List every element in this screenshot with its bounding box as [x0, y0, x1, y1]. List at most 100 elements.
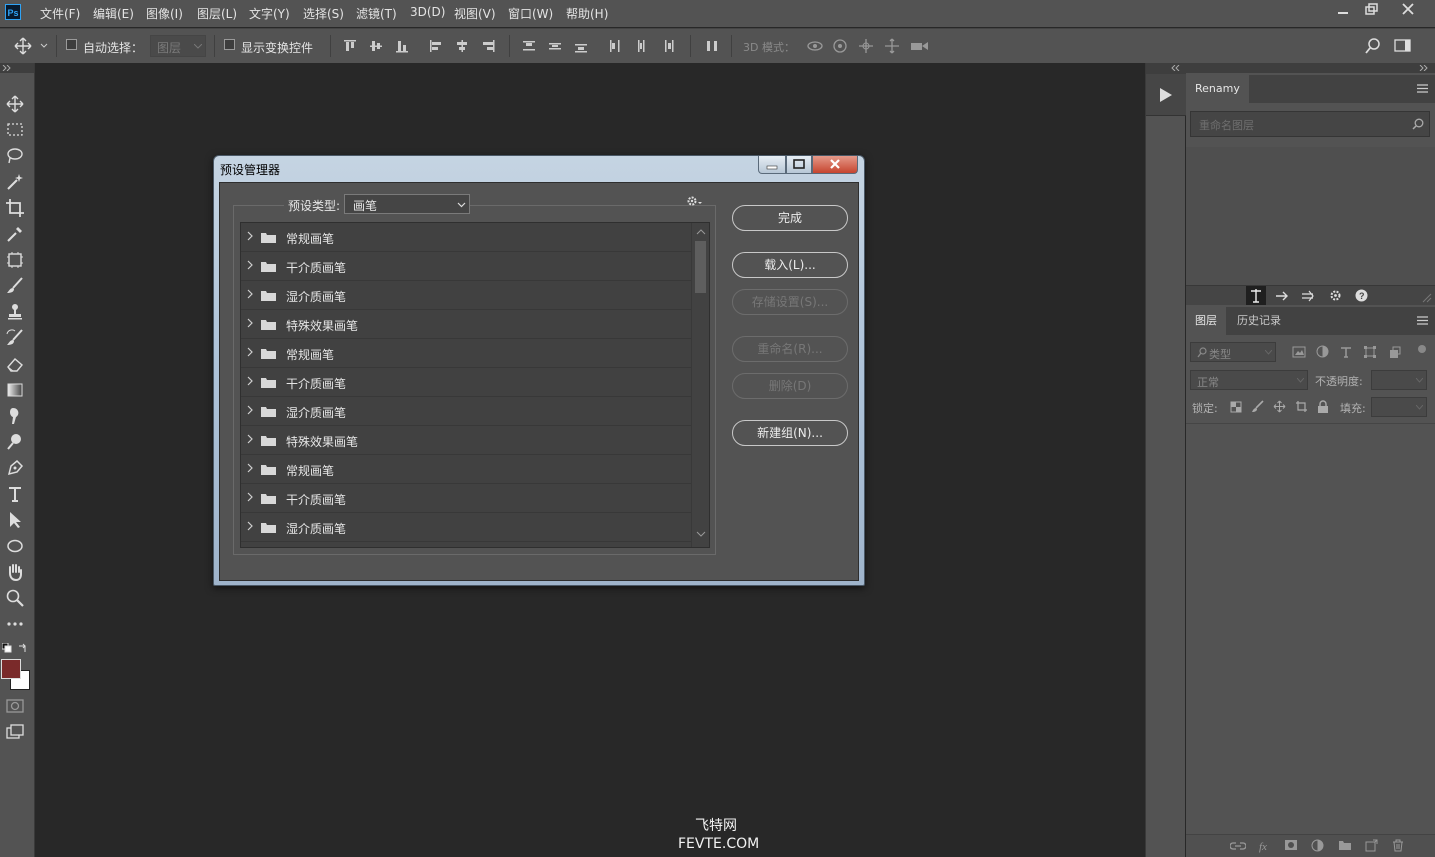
tab-renamy[interactable]: Renamy [1186, 75, 1249, 103]
align-vcenter-icon[interactable] [368, 38, 384, 54]
eyedropper-tool-icon[interactable] [5, 224, 25, 244]
chevron-right-icon[interactable] [247, 231, 253, 241]
swap-colors-icon[interactable] [18, 643, 28, 653]
new-adjustment-layer-icon[interactable] [1311, 839, 1324, 852]
distribute-left-icon[interactable] [607, 38, 623, 54]
zoom-tool-icon[interactable] [5, 588, 25, 608]
stamp-tool-icon[interactable] [5, 302, 25, 322]
blur-tool-icon[interactable] [5, 406, 25, 426]
align-hcenter-icon[interactable] [454, 38, 470, 54]
distribute-bottom-icon[interactable] [573, 38, 589, 54]
chevron-right-icon[interactable] [247, 260, 253, 270]
foreground-color-swatch[interactable] [1, 659, 21, 679]
default-colors-icon[interactable] [2, 643, 12, 653]
workspace-icon[interactable] [1394, 38, 1412, 54]
distribute-top-icon[interactable] [521, 38, 537, 54]
delete-layer-icon[interactable] [1392, 839, 1404, 852]
new-layer-icon[interactable] [1365, 839, 1378, 852]
dock-header[interactable] [1186, 63, 1435, 73]
chevron-right-icon[interactable] [247, 521, 253, 531]
done-button[interactable]: 完成 [732, 205, 848, 231]
tools-collapse-bar[interactable] [0, 63, 34, 73]
dialog-minimize-button[interactable] [758, 156, 786, 174]
layer-filter-kind-select[interactable]: 类型 [1190, 342, 1276, 362]
close-button[interactable] [1393, 0, 1423, 22]
chevron-right-icon[interactable] [247, 289, 253, 299]
menu-help[interactable]: 帮助(H) [566, 5, 608, 22]
list-item[interactable]: 干介质画笔 [241, 368, 691, 397]
align-top-icon[interactable] [342, 38, 358, 54]
3d-pan-icon[interactable] [858, 38, 874, 54]
list-item[interactable]: 常规画笔 [241, 223, 691, 252]
crop-tool-icon[interactable] [5, 198, 25, 218]
menu-type[interactable]: 文字(Y) [249, 5, 290, 22]
preset-list-scrollbar[interactable] [691, 223, 709, 547]
lock-pixels-icon[interactable] [1251, 400, 1264, 413]
move-tool-icon[interactable] [5, 94, 25, 114]
path-selection-tool-icon[interactable] [5, 510, 25, 530]
blend-mode-select[interactable]: 正常 [1190, 370, 1308, 390]
ellipse-tool-icon[interactable] [5, 536, 25, 556]
align-bottom-icon[interactable] [394, 38, 410, 54]
scroll-thumb[interactable] [695, 241, 706, 293]
3d-orbit-icon[interactable] [806, 38, 823, 54]
rename-button[interactable]: 重命名(R)... [732, 336, 848, 362]
distribute-right-icon[interactable] [659, 38, 675, 54]
distribute-hcenter-icon[interactable] [633, 38, 649, 54]
dodge-tool-icon[interactable] [5, 432, 25, 452]
chevron-right-icon[interactable] [247, 347, 253, 357]
delete-button[interactable]: 删除(D) [732, 373, 848, 399]
magic-wand-tool-icon[interactable] [5, 172, 25, 192]
lock-position-icon[interactable] [1273, 400, 1286, 413]
search-icon[interactable] [1364, 37, 1382, 55]
fx-icon[interactable]: fx [1258, 839, 1272, 853]
lock-artboard-icon[interactable] [1295, 400, 1308, 413]
filter-shape-icon[interactable] [1363, 345, 1377, 359]
dialog-maximize-button[interactable] [786, 156, 812, 174]
list-item[interactable]: 湿介质画笔 [241, 513, 691, 542]
auto-select-target-select[interactable]: 图层 [150, 35, 206, 57]
menu-edit[interactable]: 编辑(E) [93, 5, 134, 22]
lock-all-icon[interactable] [1317, 400, 1329, 413]
pen-tool-icon[interactable] [5, 458, 25, 478]
renamy-search-input[interactable]: 重命名图层 [1190, 111, 1430, 137]
list-item[interactable]: 干介质画笔 [241, 252, 691, 281]
chevron-right-icon[interactable] [247, 318, 253, 328]
list-item[interactable]: 特殊效果画笔 [241, 310, 691, 339]
filter-smart-object-icon[interactable] [1388, 345, 1402, 359]
chevron-right-icon[interactable] [247, 405, 253, 415]
menu-file[interactable]: 文件(F) [40, 5, 80, 22]
frame-tool-icon[interactable] [5, 250, 25, 270]
tab-history[interactable]: 历史记录 [1228, 307, 1290, 335]
preset-type-select[interactable]: 画笔 [344, 194, 470, 214]
new-group-icon[interactable] [1338, 839, 1352, 851]
move-tool-preset-icon[interactable] [14, 37, 50, 55]
list-item[interactable]: 湿介质画笔 [241, 281, 691, 310]
menu-filter[interactable]: 滤镜(T) [356, 5, 397, 22]
align-right-icon[interactable] [480, 38, 496, 54]
filter-pixel-icon[interactable] [1292, 346, 1306, 358]
chevron-right-icon[interactable] [247, 434, 253, 444]
list-item[interactable]: 湿介质画笔 [241, 397, 691, 426]
type-tool-icon[interactable] [5, 484, 25, 504]
marquee-tool-icon[interactable] [5, 120, 25, 140]
filter-type-icon[interactable] [1340, 346, 1352, 358]
list-item[interactable]: 常规画笔 [241, 339, 691, 368]
minimize-button[interactable] [1328, 0, 1358, 22]
menu-view[interactable]: 视图(V) [454, 5, 496, 22]
dialog-titlebar[interactable]: 预设管理器 [214, 156, 864, 182]
chevron-right-icon[interactable] [247, 492, 253, 502]
lock-transparent-icon[interactable] [1230, 401, 1242, 413]
restore-button[interactable] [1356, 0, 1386, 22]
gradient-tool-icon[interactable] [5, 380, 25, 400]
align-left-icon[interactable] [428, 38, 444, 54]
menu-3d[interactable]: 3D(D) [410, 5, 445, 19]
fill-field[interactable] [1371, 397, 1427, 417]
screen-mode-icon[interactable] [5, 722, 25, 742]
save-set-button[interactable]: 存储设置(S)... [732, 289, 848, 315]
menu-window[interactable]: 窗口(W) [508, 5, 553, 22]
menu-layer[interactable]: 图层(L) [197, 5, 237, 22]
settings-gear-icon[interactable] [686, 195, 704, 207]
eraser-tool-icon[interactable] [5, 354, 25, 374]
chevron-right-icon[interactable] [247, 376, 253, 386]
